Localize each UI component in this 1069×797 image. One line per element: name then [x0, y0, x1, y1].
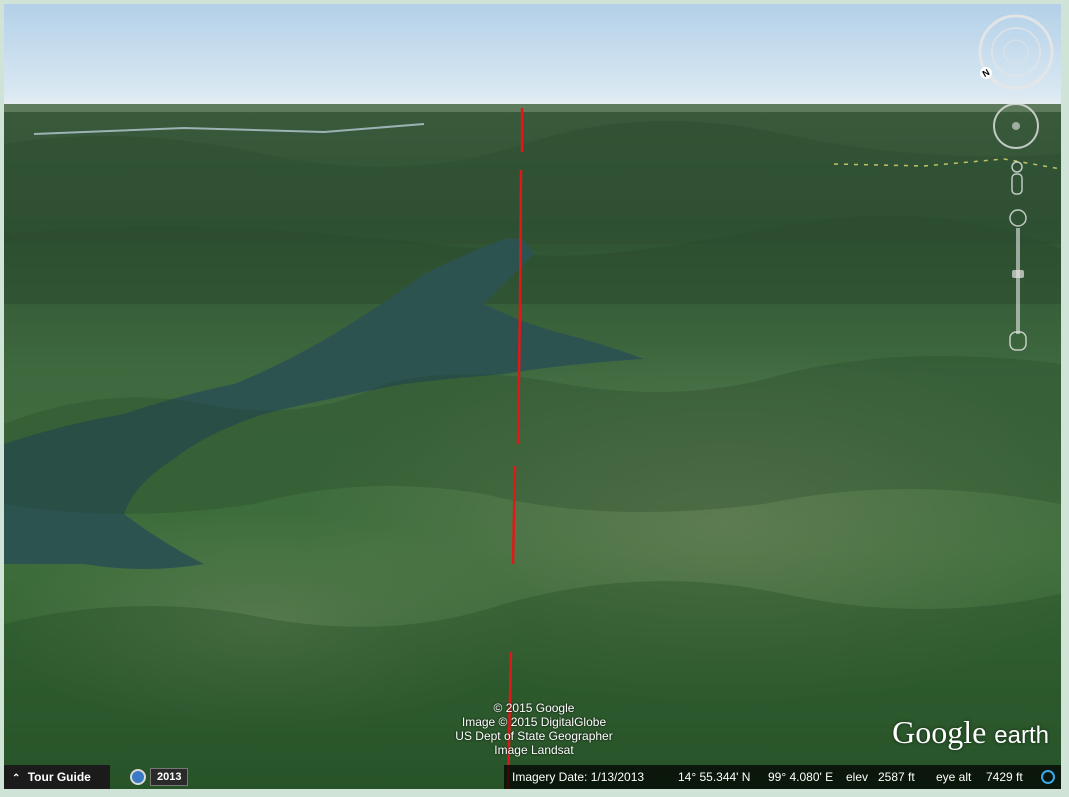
imagery-date: Imagery Date: 1/13/2013 [512, 770, 645, 784]
credit-line: © 2015 Google [493, 701, 575, 715]
google-earth-logo: Google earth [892, 714, 1049, 751]
imagery-credits: © 2015 Google Image © 2015 DigitalGlobe … [444, 701, 624, 757]
eye-alt-label: eye alt [936, 770, 972, 784]
credit-line: US Dept of State Geographer [455, 729, 613, 743]
historical-imagery-control[interactable]: 2013 [130, 768, 189, 786]
credit-line: Image © 2015 DigitalGlobe [461, 715, 607, 729]
zoom-slider[interactable] [1006, 204, 1030, 354]
historical-year-badge[interactable]: 2013 [150, 768, 189, 786]
chevron-up-icon: ⌃ [12, 773, 21, 784]
look-joystick-icon[interactable] [992, 102, 1040, 150]
streaming-status-icon [1041, 770, 1055, 784]
street-view-pegman-icon[interactable] [1008, 160, 1026, 200]
clock-icon[interactable] [130, 769, 146, 785]
tour-guide-label: Tour Guide [27, 770, 91, 784]
logo-google: Google [892, 714, 987, 750]
path-segment [516, 169, 523, 445]
path-segment [511, 465, 517, 565]
logo-earth: earth [994, 722, 1049, 749]
elev-value: 2587 ft [878, 770, 915, 784]
credit-line: Image Landsat [494, 743, 574, 757]
latitude-readout: 14° 55.344' N [678, 770, 751, 784]
earth-3d-view[interactable]: N © 2015 Google Image © 2015 DigitalGlob… [4, 4, 1061, 789]
longitude-readout: 99° 4.080' E [768, 770, 834, 784]
tour-guide-button[interactable]: ⌃ Tour Guide [4, 765, 110, 789]
compass-ring[interactable] [978, 14, 1054, 90]
eye-alt-value: 7429 ft [986, 770, 1023, 784]
elev-label: elev [846, 770, 869, 784]
status-bar: Imagery Date: 1/13/2013 14° 55.344' N 99… [504, 765, 1061, 789]
path-line[interactable] [4, 4, 1061, 789]
